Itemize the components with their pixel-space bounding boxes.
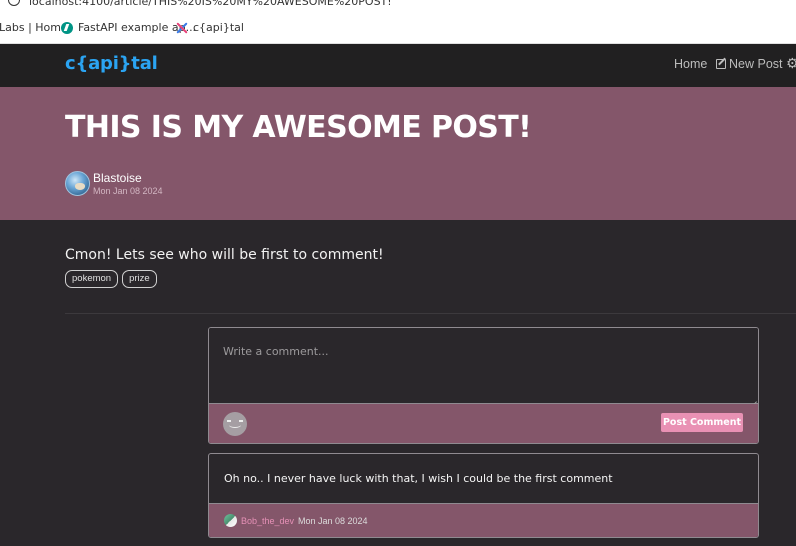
article-body: Cmon! Lets see who will be first to comm…: [65, 247, 384, 263]
author-name-link[interactable]: Blastoise: [93, 171, 142, 185]
current-user-avatar: [223, 412, 247, 436]
browser-url-bar[interactable]: localhost:4100/article/THIS%20IS%20MY%20…: [0, 0, 796, 13]
bookmark-label: c{api}tal: [193, 21, 244, 34]
url-text[interactable]: localhost:4100/article/THIS%20IS%20MY%20…: [29, 0, 392, 8]
comment-date: Mon Jan 08 2024: [298, 516, 368, 526]
post-comment-button[interactable]: Post Comment: [661, 413, 743, 432]
comment-form-footer: Post Comment: [209, 404, 758, 443]
comment-meta: Bob_the_dev Mon Jan 08 2024: [209, 503, 758, 537]
edit-icon: [716, 59, 726, 69]
comment-author-link[interactable]: Bob_the_dev: [241, 516, 294, 526]
bookmark-label: Labs | Home: [0, 21, 68, 34]
tag-pokemon[interactable]: pokemon: [65, 270, 119, 288]
site-info-icon[interactable]: [8, 0, 20, 6]
tag-prize[interactable]: prize: [122, 270, 157, 288]
article-date: Mon Jan 08 2024: [93, 186, 163, 196]
tag-list: pokemon prize: [65, 270, 157, 288]
comment-form: Post Comment: [208, 327, 759, 444]
bookmarks-bar: Labs | Home FastAPI example ap... c{api}…: [0, 13, 796, 44]
gear-icon[interactable]: ⚙: [786, 56, 796, 72]
nav-home-link[interactable]: Home: [674, 57, 707, 71]
divider: [65, 313, 796, 314]
comment-input[interactable]: [209, 328, 758, 404]
author-avatar[interactable]: [65, 171, 90, 196]
fastapi-icon: [61, 21, 73, 34]
nav-new-post-link[interactable]: New Post: [716, 57, 783, 71]
bookmark-capital[interactable]: c{api}tal: [176, 21, 244, 34]
bookmark-labs-home[interactable]: Labs | Home: [0, 21, 68, 34]
article-banner: THIS IS MY AWESOME POST! Blastoise Mon J…: [0, 87, 796, 220]
brand-logo[interactable]: c{api}tal: [65, 53, 158, 74]
resize-handle-icon[interactable]: [749, 394, 757, 402]
nav-new-post-label: New Post: [729, 57, 783, 71]
app-navbar: c{api}tal Home New Post ⚙: [0, 44, 796, 87]
comment-author-avatar[interactable]: [224, 514, 237, 527]
article-title: THIS IS MY AWESOME POST!: [65, 110, 532, 145]
comment-text: Oh no.. I never have luck with that, I w…: [224, 472, 613, 485]
comment-card: Oh no.. I never have luck with that, I w…: [208, 453, 759, 538]
capital-logo-icon: [176, 22, 188, 34]
